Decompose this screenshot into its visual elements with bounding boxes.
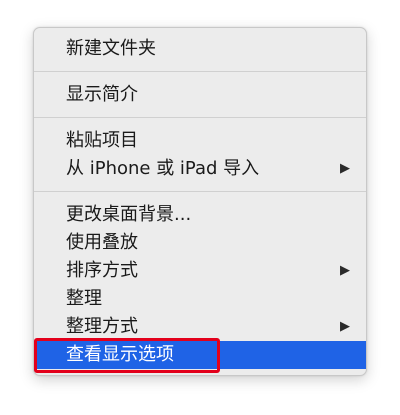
menu-item-use-stacks[interactable]: 使用叠放	[34, 229, 366, 257]
menu-item-clean-up[interactable]: 整理	[34, 285, 366, 313]
menu-item-label: 使用叠放	[66, 232, 138, 253]
menu-item-import-from-iphone[interactable]: 从 iPhone 或 iPad 导入 ▶	[34, 155, 366, 183]
menu-item-change-desktop-background[interactable]: 更改桌面背景...	[34, 201, 366, 229]
menu-item-label: 从 iPhone 或 iPad 导入	[66, 158, 260, 179]
menu-item-clean-up-by[interactable]: 整理方式 ▶	[34, 313, 366, 341]
menu-item-paste[interactable]: 粘贴项目	[34, 127, 366, 155]
menu-separator	[34, 117, 366, 118]
menu-item-label: 显示简介	[66, 84, 138, 105]
menu-separator	[34, 191, 366, 192]
submenu-arrow-icon: ▶	[340, 319, 350, 334]
menu-item-get-info[interactable]: 显示简介	[34, 81, 366, 109]
menu-item-label: 粘贴项目	[66, 130, 138, 151]
menu-item-show-view-options[interactable]: 查看显示选项	[34, 341, 366, 369]
submenu-arrow-icon: ▶	[340, 263, 350, 278]
menu-separator	[34, 71, 366, 72]
menu-item-label: 查看显示选项	[66, 344, 174, 365]
menu-item-label: 排序方式	[66, 260, 138, 281]
submenu-arrow-icon: ▶	[340, 161, 350, 176]
menu-item-sort-by[interactable]: 排序方式 ▶	[34, 257, 366, 285]
menu-item-label: 整理	[66, 288, 102, 309]
menu-item-new-folder[interactable]: 新建文件夹	[34, 35, 366, 63]
menu-item-label: 更改桌面背景...	[66, 204, 192, 225]
menu-item-label: 新建文件夹	[66, 38, 156, 59]
context-menu: 新建文件夹 显示简介 粘贴项目 从 iPhone 或 iPad 导入 ▶ 更改桌…	[33, 27, 367, 376]
menu-item-label: 整理方式	[66, 316, 138, 337]
